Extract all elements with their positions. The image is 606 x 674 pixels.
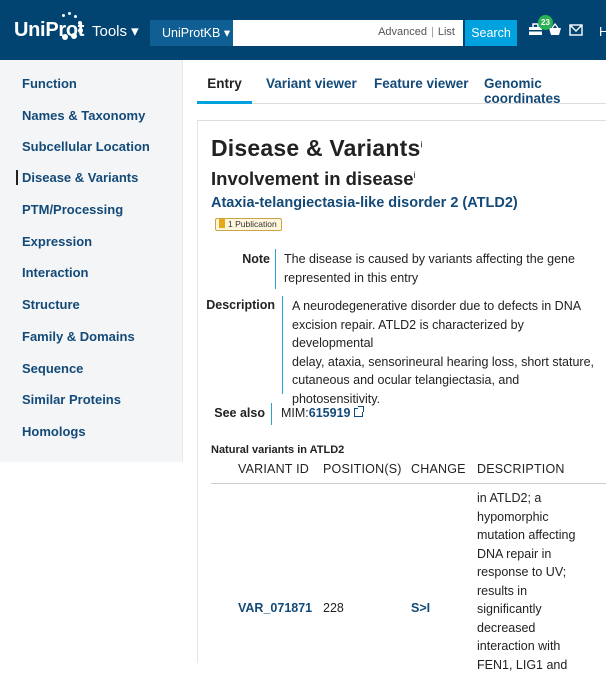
description-line: cutaneous and ocular telangiectasia, and <box>292 371 606 390</box>
section-title-text: Disease & Variants <box>211 135 420 161</box>
sidebar-item-disease-variants[interactable]: Disease & Variants <box>16 170 138 185</box>
info-icon[interactable]: i <box>414 170 416 180</box>
variant-description: in ATLD2; a hypomorphic mutation affecti… <box>477 489 595 674</box>
entry-tabs: Entry Variant viewer Feature viewer Geno… <box>197 66 606 104</box>
subsection-title: Involvement in diseasei <box>211 168 416 190</box>
sidebar-navigation: Function Names & Taxonomy Subcellular Lo… <box>0 60 183 462</box>
mim-link[interactable]: 615919 <box>309 406 351 420</box>
variant-description-line: in ATLD2; a <box>477 489 595 508</box>
sidebar-item-names-taxonomy[interactable]: Names & Taxonomy <box>22 108 145 123</box>
section-title: Disease & Variantsi <box>211 135 423 162</box>
description-text: A neurodegenerative disorder due to defe… <box>292 297 606 408</box>
variant-description-line: response to UV; <box>477 563 595 582</box>
search-button[interactable]: Search <box>465 20 517 46</box>
tab-variant-viewer[interactable]: Variant viewer <box>266 76 357 91</box>
tab-feature-viewer[interactable]: Feature viewer <box>374 76 469 91</box>
note-divider <box>275 249 276 289</box>
description-line: excision repair. ATLD2 is characterized … <box>292 316 606 353</box>
top-navigation-bar: UniProt Tools ▾ UniProtKB ▾ Advanced|Lis… <box>0 0 606 60</box>
see-also-value: MIM:615919 <box>281 404 363 423</box>
sidebar-item-homologs[interactable]: Homologs <box>22 424 86 439</box>
sidebar-item-ptm-processing[interactable]: PTM/Processing <box>22 202 123 217</box>
list-search-link[interactable]: List <box>438 26 455 38</box>
sidebar-item-function[interactable]: Function <box>22 76 77 91</box>
column-header-variant-id[interactable]: VARIANT ID <box>238 462 309 476</box>
sidebar-item-similar-proteins[interactable]: Similar Proteins <box>22 392 121 407</box>
note-text: The disease is caused by variants affect… <box>284 250 575 287</box>
tab-genomic-coordinates[interactable]: Genomic coordinates <box>484 76 606 106</box>
description-line: A neurodegenerative disorder due to defe… <box>292 297 606 316</box>
variant-description-line: results in <box>477 582 595 601</box>
note-line: represented in this entry <box>284 269 575 288</box>
variant-id-link[interactable]: VAR_071871 <box>238 601 312 615</box>
database-select[interactable]: UniProtKB ▾ <box>150 20 233 46</box>
basket-count-badge: 23 <box>538 15 553 30</box>
variant-description-line: decreased <box>477 619 595 638</box>
see-also-divider <box>271 403 272 425</box>
publication-chip-label: 1 Publication <box>228 219 277 229</box>
sidebar-item-structure[interactable]: Structure <box>22 297 80 312</box>
search-links: Advanced | List <box>378 26 455 38</box>
variant-description-line: DNA repair in <box>477 545 595 564</box>
variant-position: 228 <box>323 601 344 615</box>
bookmark-icon <box>219 219 225 228</box>
info-icon[interactable]: i <box>420 139 422 149</box>
mim-prefix: MIM: <box>281 406 309 420</box>
sidebar-item-expression[interactable]: Expression <box>22 234 92 249</box>
disease-name-link[interactable]: Ataxia-telangiectasia-like disorder 2 (A… <box>211 195 518 211</box>
search-input[interactable]: Advanced | List <box>233 20 463 46</box>
uniprot-logo-dots-icon <box>58 12 84 42</box>
help-link[interactable]: H <box>599 24 606 39</box>
publication-chip[interactable]: 1 Publication <box>215 218 282 231</box>
subsection-title-text: Involvement in disease <box>211 168 414 189</box>
variant-description-line: mutation affecting <box>477 526 595 545</box>
sidebar-item-sequence[interactable]: Sequence <box>22 361 83 376</box>
sidebar-item-interaction[interactable]: Interaction <box>22 265 88 280</box>
variant-description-line: hypomorphic <box>477 508 595 527</box>
tools-menu[interactable]: Tools ▾ <box>92 22 139 40</box>
variant-description-line: interaction with <box>477 637 595 656</box>
description-label: Description <box>198 298 275 312</box>
sidebar-item-subcellular-location[interactable]: Subcellular Location <box>22 139 150 154</box>
disease-variants-card: Disease & Variantsi Involvement in disea… <box>197 120 606 663</box>
description-line: delay, ataxia, sensorineural hearing los… <box>292 353 606 372</box>
table-header-divider <box>211 483 606 484</box>
sidebar-item-family-domains[interactable]: Family & Domains <box>22 329 135 344</box>
external-link-icon[interactable] <box>354 408 363 417</box>
variant-change[interactable]: S>I <box>411 601 430 615</box>
advanced-search-link[interactable]: Advanced <box>378 26 427 38</box>
note-line: The disease is caused by variants affect… <box>284 250 575 269</box>
variant-description-line: FEN1, LIG1 and <box>477 656 595 674</box>
mail-icon[interactable] <box>569 23 583 40</box>
description-divider <box>282 296 283 394</box>
variant-description-line: significantly <box>477 600 595 619</box>
see-also-label: See also <box>208 406 265 420</box>
column-header-positions[interactable]: POSITION(S) <box>323 462 402 476</box>
note-label: Note <box>218 252 270 266</box>
natural-variants-title: Natural variants in ATLD2 <box>211 444 344 456</box>
separator: | <box>431 26 434 38</box>
tab-entry[interactable]: Entry <box>197 66 252 104</box>
column-header-description[interactable]: DESCRIPTION <box>477 462 565 476</box>
column-header-change[interactable]: CHANGE <box>411 462 466 476</box>
